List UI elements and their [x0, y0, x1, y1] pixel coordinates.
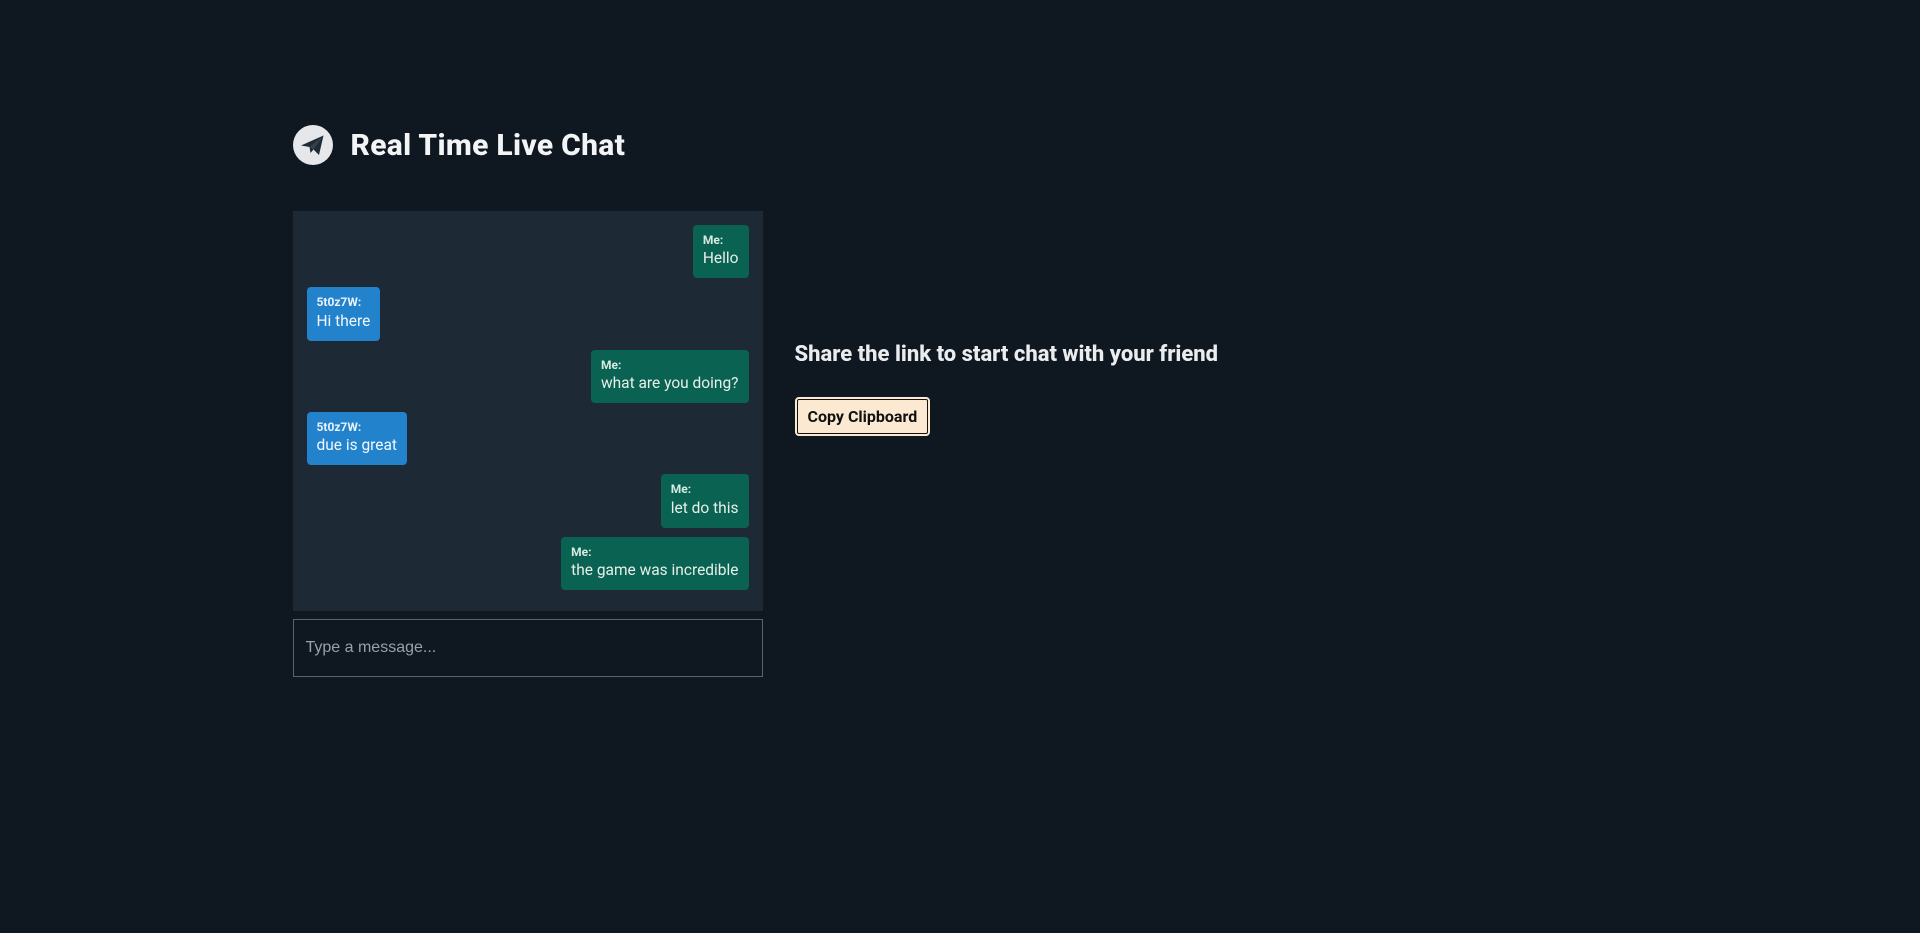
copy-clipboard-button[interactable]: Copy Clipboard: [795, 397, 931, 436]
message-sender: Me:: [571, 545, 738, 559]
message-row: Me:Hello: [307, 225, 749, 278]
message-input[interactable]: [306, 639, 750, 657]
message-text: what are you doing?: [601, 373, 739, 394]
message-row: 5t0z7W: Hi there: [307, 287, 749, 340]
header: Real Time Live Chat: [293, 125, 763, 165]
share-heading: Share the link to start chat with your f…: [795, 342, 1628, 367]
message-text: the game was incredible: [571, 560, 738, 581]
message-sender: Me:: [671, 482, 739, 496]
message-row: Me:the game was incredible: [307, 537, 749, 590]
message-sender: Me:: [601, 358, 739, 372]
message-row: Me: let do this: [307, 474, 749, 527]
message-bubble-mine: Me:Hello: [693, 225, 749, 278]
message-row: Me:what are you doing?: [307, 350, 749, 403]
message-sender: Me:: [703, 233, 739, 247]
message-text: Hi there: [317, 311, 371, 332]
message-text: Hello: [703, 248, 739, 269]
paper-plane-icon: [293, 125, 333, 165]
message-text: let do this: [671, 498, 739, 519]
message-bubble-theirs: 5t0z7W: Hi there: [307, 287, 381, 340]
message-text: due is great: [317, 435, 398, 456]
message-sender: 5t0z7W:: [317, 295, 371, 309]
page-title: Real Time Live Chat: [351, 128, 626, 163]
message-bubble-theirs: 5t0z7W:due is great: [307, 412, 408, 465]
message-input-wrap[interactable]: [293, 619, 763, 677]
message-sender: 5t0z7W:: [317, 420, 398, 434]
message-bubble-mine: Me:the game was incredible: [561, 537, 748, 590]
message-bubble-mine: Me: let do this: [661, 474, 749, 527]
message-row: 5t0z7W:due is great: [307, 412, 749, 465]
chat-box[interactable]: Me:Hello5t0z7W:Hi thereMe:what are you d…: [293, 211, 763, 611]
message-bubble-mine: Me:what are you doing?: [591, 350, 749, 403]
